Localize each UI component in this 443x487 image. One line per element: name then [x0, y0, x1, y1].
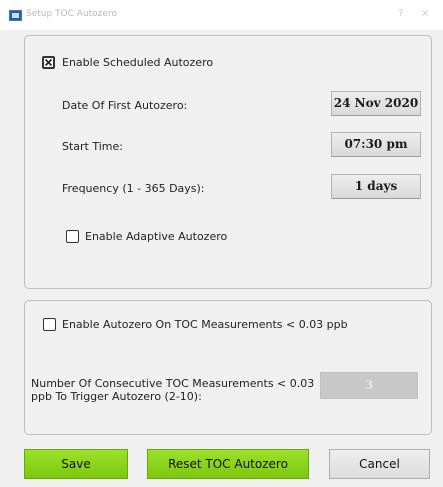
help-button[interactable]: ?: [398, 7, 403, 21]
enable-toc-autozero-label: Enable Autozero On TOC Measurements < 0.…: [62, 318, 348, 331]
enable-adaptive-checkbox[interactable]: [66, 230, 79, 243]
close-button[interactable]: ×: [421, 7, 429, 21]
date-of-first-autozero-button[interactable]: 24 Nov 2020: [331, 91, 421, 116]
dialog-body: Enable Scheduled Autozero Date Of First …: [0, 30, 443, 487]
check-x-icon: [44, 58, 53, 67]
enable-toc-autozero-checkbox[interactable]: [43, 318, 56, 331]
consecutive-count-label-line1: Number Of Consecutive TOC Measurements <…: [31, 377, 315, 390]
scheduled-autozero-group: Enable Scheduled Autozero Date Of First …: [24, 35, 432, 289]
reset-toc-autozero-button[interactable]: Reset TOC Autozero: [147, 449, 309, 479]
window-title: Setup TOC Autozero: [26, 9, 117, 19]
enable-adaptive-label: Enable Adaptive Autozero: [85, 230, 228, 243]
consecutive-count-button[interactable]: 3: [320, 372, 418, 399]
consecutive-count-label-line2: ppb To Trigger Autozero (2-10):: [31, 390, 202, 403]
date-of-first-autozero-label: Date Of First Autozero:: [62, 99, 188, 112]
start-time-button[interactable]: 07:30 pm: [331, 132, 421, 157]
frequency-label: Frequency (1 - 365 Days):: [62, 182, 205, 195]
cancel-button[interactable]: Cancel: [329, 449, 430, 479]
start-time-label: Start Time:: [62, 140, 123, 153]
title-bar: Setup TOC Autozero ? ×: [0, 0, 443, 30]
enable-scheduled-checkbox[interactable]: [42, 56, 55, 69]
toc-measurement-group: Enable Autozero On TOC Measurements < 0.…: [24, 300, 432, 435]
app-window-icon: [9, 10, 22, 21]
save-button[interactable]: Save: [24, 449, 128, 479]
frequency-button[interactable]: 1 days: [331, 174, 421, 199]
enable-scheduled-label: Enable Scheduled Autozero: [62, 56, 214, 69]
